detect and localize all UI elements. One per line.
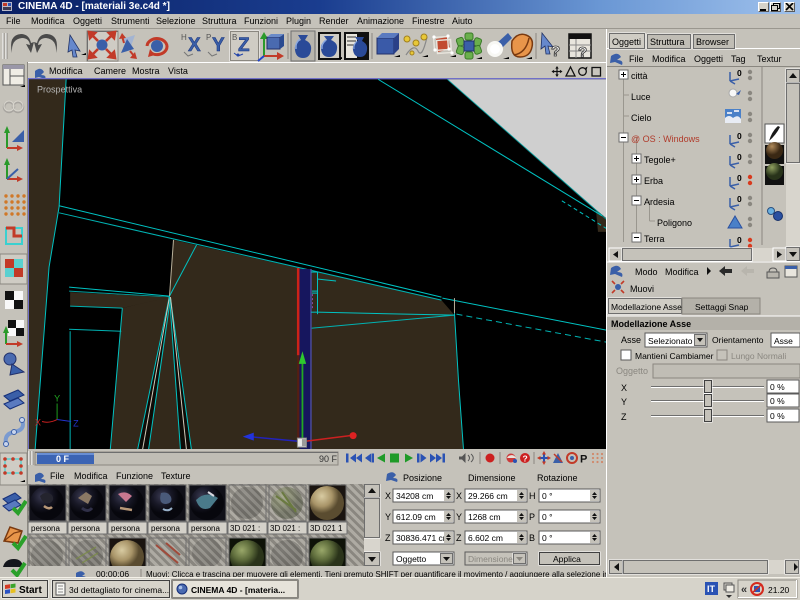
svg-text:30836.471 cr: 30836.471 cr (396, 533, 446, 543)
svg-text:Modellazione Asse: Modellazione Asse (611, 319, 691, 329)
svg-text:X: X (456, 491, 462, 501)
svg-text:Lungo Normali: Lungo Normali (731, 351, 786, 361)
svg-text:Terra: Terra (644, 234, 665, 244)
svg-text:H: H (181, 33, 187, 42)
svg-text:0: 0 (737, 68, 742, 78)
svg-text:0 F: 0 F (56, 454, 70, 464)
svg-text:3D 021 :: 3D 021 : (270, 524, 300, 533)
svg-text:90 F: 90 F (319, 454, 338, 464)
svg-text:Textur: Textur (757, 54, 782, 64)
svg-text:Dimensione: Dimensione (468, 473, 516, 483)
svg-text:IT: IT (707, 584, 716, 594)
svg-text:?: ? (523, 454, 528, 464)
svg-text:B: B (232, 33, 237, 42)
svg-text:«: « (741, 584, 747, 596)
svg-text:0 %: 0 % (770, 411, 785, 421)
svg-text:Applica: Applica (553, 554, 581, 564)
svg-text:Posizione: Posizione (403, 473, 442, 483)
svg-text:?: ? (578, 44, 587, 61)
svg-text:?: ? (551, 43, 560, 60)
svg-text:Ardesia: Ardesia (644, 197, 675, 207)
svg-text:persona: persona (151, 524, 180, 533)
svg-text:P: P (529, 512, 535, 522)
svg-text:0: 0 (737, 235, 742, 245)
svg-text:Modo: Modo (635, 267, 658, 277)
svg-text:Y: Y (385, 512, 391, 522)
svg-text:Rotazione: Rotazione (537, 473, 578, 483)
svg-text:Y: Y (212, 35, 225, 56)
svg-text:Z: Z (621, 412, 627, 422)
svg-text:persona: persona (31, 524, 60, 533)
svg-text:città: città (631, 71, 648, 81)
svg-text:3D 021 1: 3D 021 1 (310, 524, 343, 533)
svg-text:X: X (621, 383, 627, 393)
svg-text:Asse: Asse (774, 336, 793, 346)
svg-text:@ OS : Windows: @ OS : Windows (631, 134, 700, 144)
svg-text:P: P (206, 33, 211, 42)
svg-text:6.602 cm: 6.602 cm (468, 533, 503, 543)
svg-text:Y: Y (621, 397, 627, 407)
svg-text:Z: Z (238, 35, 250, 56)
svg-text:Tag: Tag (731, 54, 746, 64)
svg-text:0: 0 (737, 131, 742, 141)
svg-text:persona: persona (71, 524, 100, 533)
svg-text:0: 0 (737, 173, 742, 183)
svg-text:Struttura: Struttura (650, 37, 685, 47)
svg-text:Selezionato: Selezionato (648, 336, 693, 346)
svg-text:B: B (529, 533, 535, 543)
svg-text:H: H (529, 491, 536, 501)
svg-text:29.266 cm: 29.266 cm (468, 491, 508, 501)
svg-text:3d dettagliato for cinema...: 3d dettagliato for cinema... (69, 585, 169, 595)
svg-text:Modifica: Modifica (665, 267, 699, 277)
svg-text:persona: persona (191, 524, 220, 533)
svg-text:3D 021 :: 3D 021 : (230, 524, 260, 533)
svg-text:Erba: Erba (644, 176, 663, 186)
svg-text:Z: Z (73, 419, 79, 429)
svg-text:Prospettiva: Prospettiva (37, 84, 83, 94)
svg-text:Mantieni Cambiamer: Mantieni Cambiamer (635, 351, 714, 361)
svg-text:0 %: 0 % (770, 382, 785, 392)
svg-text:Poligono: Poligono (657, 218, 692, 228)
svg-text:Tegole+: Tegole+ (644, 155, 676, 165)
svg-text:612.09 cm: 612.09 cm (396, 512, 436, 522)
svg-text:Oggetti: Oggetti (694, 54, 723, 64)
svg-text:0 °: 0 ° (542, 533, 553, 543)
svg-text:Oggetto: Oggetto (396, 554, 427, 564)
svg-text:0: 0 (737, 152, 742, 162)
svg-text:P: P (580, 454, 587, 466)
svg-text:Browser: Browser (696, 37, 729, 47)
svg-text:X: X (188, 35, 201, 56)
svg-text:Modifica: Modifica (652, 54, 686, 64)
svg-text:Z: Z (456, 533, 462, 543)
svg-text:Start: Start (19, 585, 42, 596)
svg-text:21.20: 21.20 (768, 585, 790, 595)
svg-text:Cielo: Cielo (631, 113, 652, 123)
svg-text:0 %: 0 % (770, 396, 785, 406)
svg-text:Z: Z (385, 533, 391, 543)
svg-text:Y: Y (54, 393, 60, 403)
svg-text:Muovi: Muovi (630, 284, 654, 294)
svg-text:Modellazione Asse: Modellazione Asse (611, 302, 682, 312)
svg-text:Y: Y (456, 512, 462, 522)
svg-text:0: 0 (737, 194, 742, 204)
svg-text:Luce: Luce (631, 92, 651, 102)
svg-text:0 °: 0 ° (542, 491, 553, 501)
svg-text:Asse: Asse (621, 335, 641, 345)
svg-text:1268 cm: 1268 cm (468, 512, 501, 522)
svg-text:Oggetto: Oggetto (616, 366, 648, 376)
svg-text:Oggetti: Oggetti (612, 37, 641, 47)
svg-text:File: File (629, 54, 644, 64)
svg-text:CINEMA 4D - [materia...: CINEMA 4D - [materia... (191, 585, 285, 595)
svg-text:X: X (385, 491, 391, 501)
svg-text:34208 cm: 34208 cm (396, 491, 433, 501)
svg-text:X: X (35, 418, 41, 428)
svg-text:Dimensione: Dimensione (468, 554, 513, 564)
svg-text:Orientamento: Orientamento (712, 335, 764, 345)
svg-text:Settaggi Snap: Settaggi Snap (695, 302, 749, 312)
svg-text:persona: persona (111, 524, 140, 533)
svg-text:0 °: 0 ° (542, 512, 553, 522)
